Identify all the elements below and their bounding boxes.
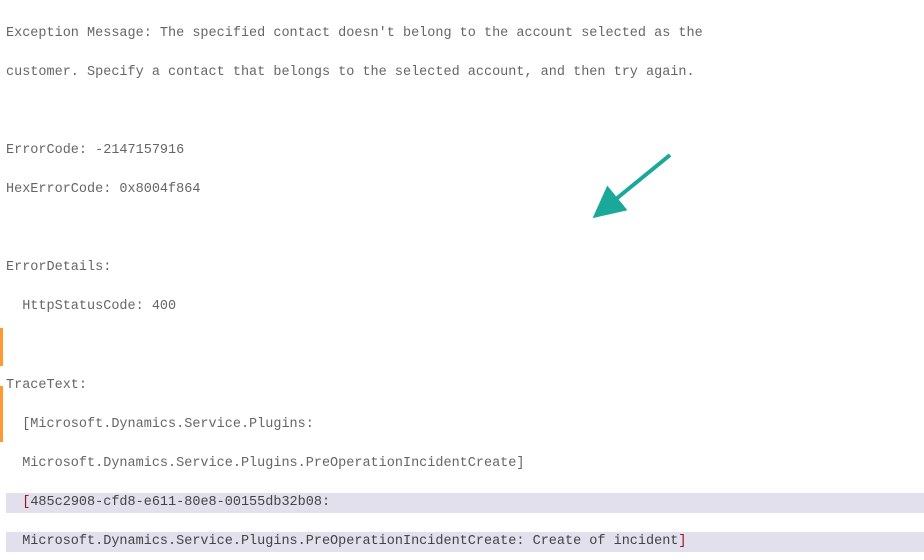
log-line xyxy=(6,102,924,122)
log-line: customer. Specify a contact that belongs… xyxy=(6,63,924,83)
log-line: ErrorDetails: xyxy=(6,258,924,278)
annotation-arrow-icon xyxy=(595,150,675,218)
highlighted-text: Microsoft.Dynamics.Service.Plugins.PreOp… xyxy=(6,534,678,549)
log-text-block: Exception Message: The specified contact… xyxy=(0,0,924,560)
gutter-marker xyxy=(0,386,3,442)
log-line xyxy=(6,219,924,239)
log-line: Microsoft.Dynamics.Service.Plugins.PreOp… xyxy=(6,454,924,474)
log-line: [Microsoft.Dynamics.Service.Plugins: xyxy=(6,415,924,435)
bracket-open: [ xyxy=(6,495,30,510)
highlighted-log-line: Microsoft.Dynamics.Service.Plugins.PreOp… xyxy=(6,532,924,552)
log-line: TraceText: xyxy=(6,376,924,396)
gutter-marker xyxy=(0,328,3,366)
highlighted-text: 485c2908-cfd8-e611-80e8-00155db32b08: xyxy=(30,495,330,510)
log-line: Exception Message: The specified contact… xyxy=(6,24,924,44)
log-line: HexErrorCode: 0x8004f864 xyxy=(6,180,924,200)
log-line xyxy=(6,337,924,357)
bracket-close: ] xyxy=(678,534,686,549)
log-line: ErrorCode: -2147157916 xyxy=(6,141,924,161)
highlighted-log-line: [485c2908-cfd8-e611-80e8-00155db32b08: xyxy=(6,493,924,513)
log-line: HttpStatusCode: 400 xyxy=(6,297,924,317)
